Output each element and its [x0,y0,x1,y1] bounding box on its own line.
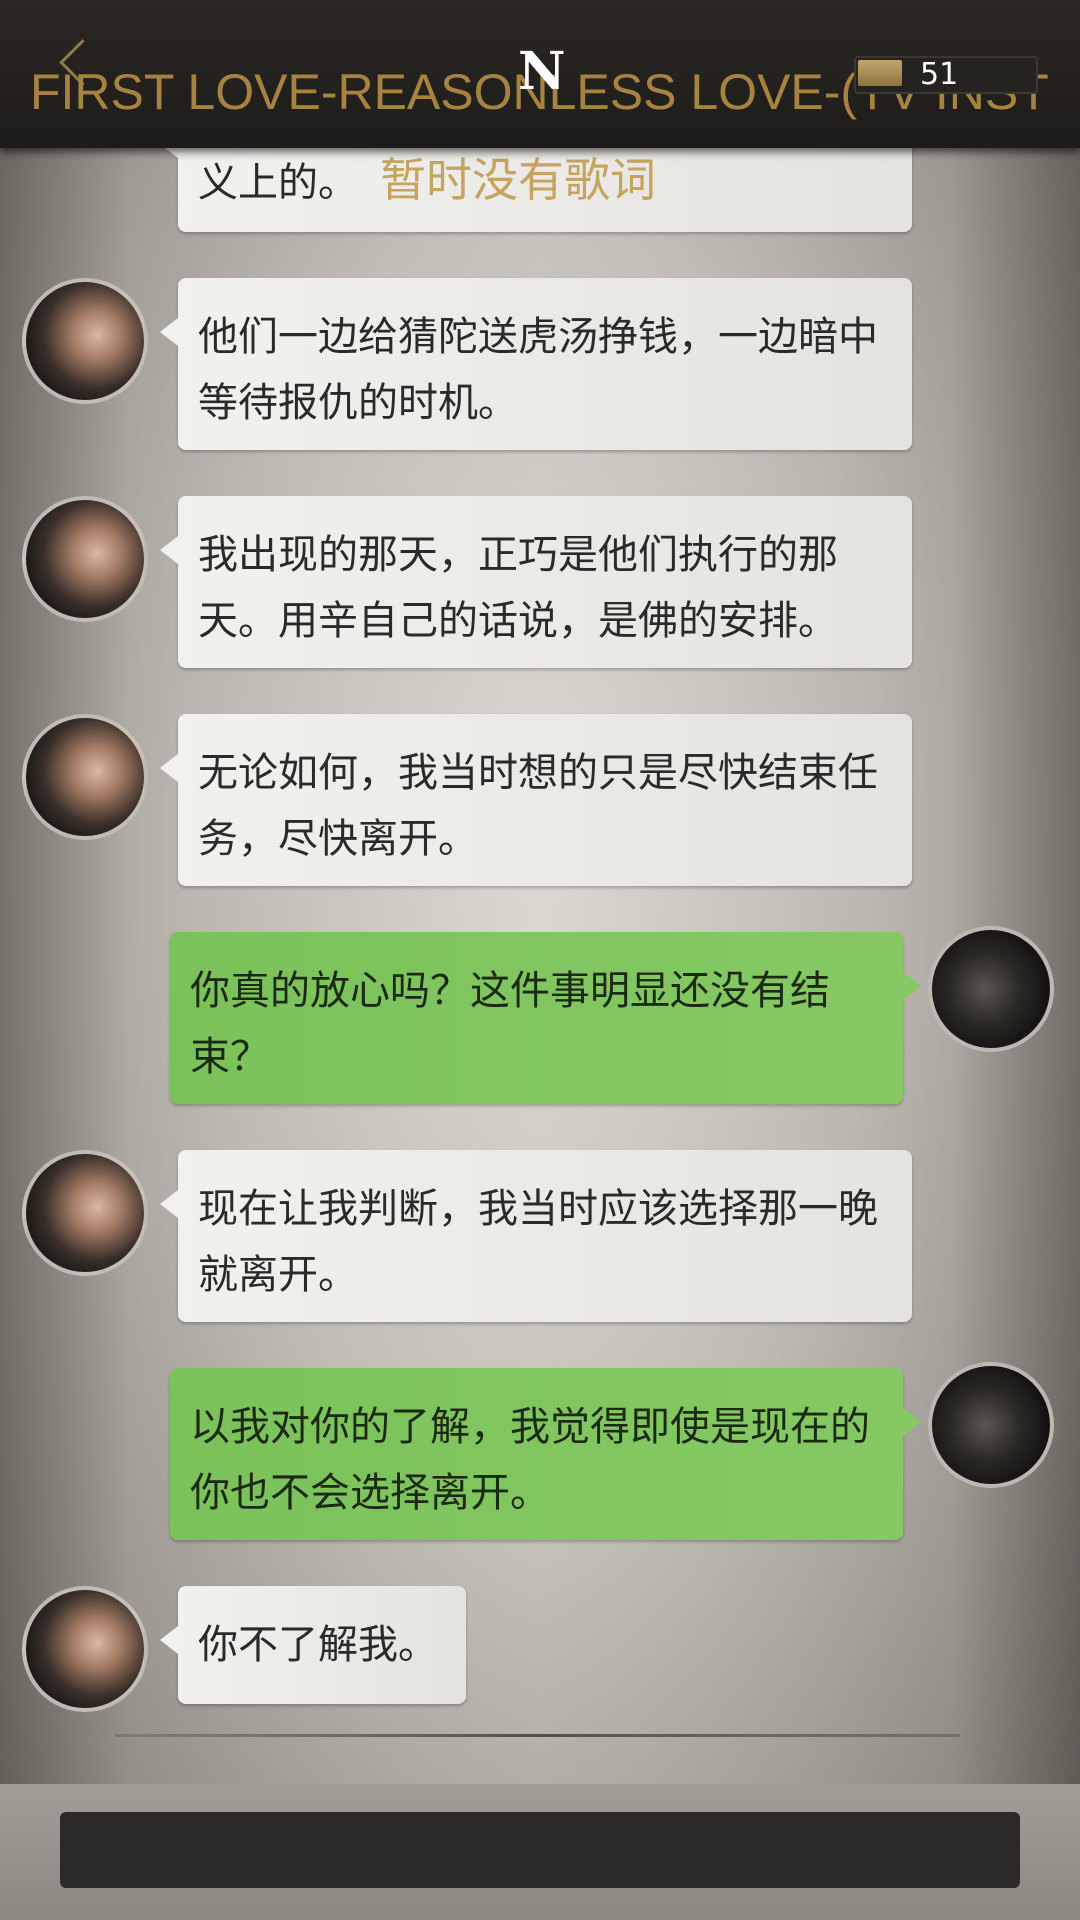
message-bubble: 他们一边给猜陀送虎汤挣钱，一边暗中等待报仇的时机。 [160,278,912,450]
message-bubble: 现在让我判断，我当时应该选择那一晚就离开。 [160,1150,912,1322]
energy-count: 51 [920,57,959,92]
message-text: 义上的。 [198,160,358,206]
message-text: 无论如何，我当时想的只是尽快结束任务，尽快离开。 [198,750,878,862]
lyrics-note: 暂时没有歌词 [380,153,656,207]
reply-bar[interactable] [60,1812,1020,1888]
avatar[interactable] [22,1150,148,1276]
message-bubble: 你真的放心吗？这件事明显还没有结束？ [170,932,921,1104]
avatar[interactable] [928,926,1054,1052]
avatar[interactable] [22,496,148,622]
message-text: 我出现的那天，正巧是他们执行的那天。用辛自己的话说，是佛的安排。 [198,532,838,644]
message-text: 现在让我判断，我当时应该选择那一晚就离开。 [198,1186,878,1298]
message-text: 你不了解我。 [198,1622,438,1668]
avatar[interactable] [22,1586,148,1712]
divider [115,1734,960,1737]
energy-bar-fill [858,60,902,86]
message-text: 你真的放心吗？这件事明显还没有结束？ [190,968,830,1080]
message-text: 以我对你的了解，我觉得即使是现在的你也不会选择离开。 [190,1404,870,1516]
message-bubble: 以我对你的了解，我觉得即使是现在的你也不会选择离开。 [170,1368,921,1540]
message-bubble: 我出现的那天，正巧是他们执行的那天。用辛自己的话说，是佛的安排。 [160,496,912,668]
message-bubble: 你不了解我。 [160,1586,466,1704]
message-bubble: 无论如何，我当时想的只是尽快结束任务，尽快离开。 [160,714,912,886]
message-text: 他们一边给猜陀送虎汤挣钱，一边暗中等待报仇的时机。 [198,314,878,426]
top-bar: FIRST LOVE-REASONLESS LOVE-(TV INSTR N 5… [0,0,1080,148]
energy-bar: 51 [854,56,1038,94]
avatar[interactable] [22,278,148,404]
avatar[interactable] [22,714,148,840]
app-logo: N [518,41,566,102]
avatar[interactable] [928,1362,1054,1488]
